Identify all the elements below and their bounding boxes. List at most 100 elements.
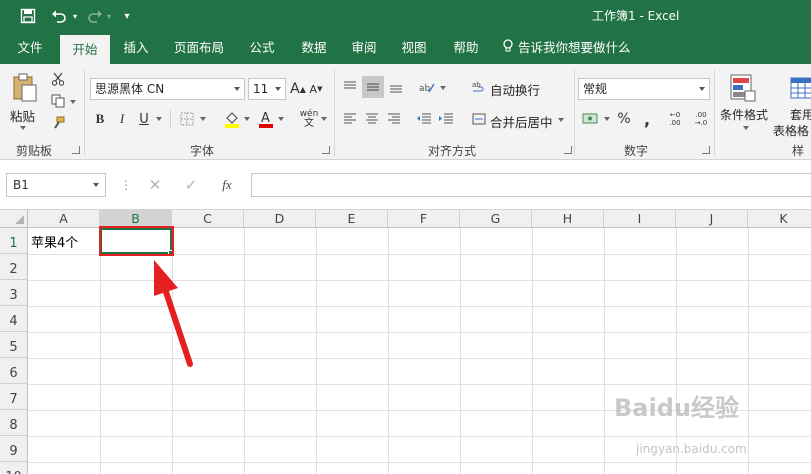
increase-decimal-icon[interactable]: ←0.00 [664,108,686,130]
align-top-icon[interactable] [340,76,360,98]
row-header-6[interactable]: 6 [0,358,28,384]
increase-indent-icon[interactable] [436,108,456,130]
font-size-value: 11 [253,82,269,96]
annotation-box [99,226,174,256]
align-center-icon[interactable] [362,108,382,130]
formula-bar-splitter-icon[interactable]: ⋮ [120,178,132,192]
save-icon[interactable] [16,0,40,32]
tab-view[interactable]: 视图 [392,32,436,64]
shrink-font-icon[interactable]: A ▼ [308,78,324,100]
wrap-text-label[interactable]: 自动换行 [490,80,540,99]
orientation-dropdown-icon[interactable] [440,86,446,90]
font-color-icon[interactable]: A [256,108,276,130]
column-header-h[interactable]: H [532,210,604,228]
column-header-i[interactable]: I [604,210,676,228]
format-painter-icon[interactable] [48,114,68,132]
separator [574,70,575,156]
format-as-table-label-2[interactable]: 表格格 [773,122,809,139]
phonetic-dropdown-icon[interactable] [321,117,327,121]
column-header-j[interactable]: J [676,210,748,228]
underline-button[interactable]: U [136,109,152,129]
decrease-indent-icon[interactable] [414,108,434,130]
format-as-table-label-1[interactable]: 套用 [790,106,811,123]
italic-button[interactable]: I [114,109,130,129]
conditional-formatting-label[interactable]: 条件格式 [720,106,768,123]
format-as-table-icon[interactable] [788,72,811,104]
align-left-icon[interactable] [340,108,360,130]
tab-insert[interactable]: 插入 [114,32,158,64]
cell-a1[interactable]: 苹果4个 [31,232,78,251]
copy-icon[interactable] [48,92,68,110]
row-header-9[interactable]: 9 [0,436,28,462]
currency-dropdown-icon[interactable] [604,117,610,121]
comma-button[interactable]: , [638,108,656,130]
row-header-3[interactable]: 3 [0,280,28,306]
undo-icon[interactable] [46,0,72,32]
number-format-select[interactable]: 常规 [578,78,710,100]
copy-dropdown-icon[interactable] [70,100,76,104]
clipboard-launcher-icon[interactable] [72,146,80,154]
select-all-button[interactable] [0,210,28,228]
column-header-a[interactable]: A [28,210,100,228]
column-header-k[interactable]: K [748,210,811,228]
font-color-dropdown-icon[interactable] [278,117,284,121]
font-name-select[interactable]: 思源黑体 CN [90,78,245,100]
tab-file[interactable]: 文件 [8,32,52,64]
row-header-7[interactable]: 7 [0,384,28,410]
conditional-dropdown-icon[interactable] [743,126,749,130]
undo-dropdown-icon[interactable]: ▾ [70,0,80,32]
percent-button[interactable]: % [614,108,634,130]
paste-label[interactable]: 粘贴 [10,106,35,125]
decrease-decimal-icon[interactable]: .00 →.0 [690,108,712,130]
currency-icon[interactable] [580,108,602,130]
watermark-logo: Baidu经验 [614,394,739,422]
align-right-icon[interactable] [384,108,404,130]
column-header-e[interactable]: E [316,210,388,228]
number-launcher-icon[interactable] [702,146,710,154]
merge-center-icon[interactable] [470,108,488,130]
row-header-8[interactable]: 8 [0,410,28,436]
align-middle-icon[interactable] [362,76,384,98]
tab-data[interactable]: 数据 [292,32,336,64]
name-box[interactable]: B1 [6,173,106,197]
row-header-2[interactable]: 2 [0,254,28,280]
row-header-4[interactable]: 4 [0,306,28,332]
align-bottom-icon[interactable] [386,76,406,98]
cut-icon[interactable] [48,70,68,88]
insert-function-icon[interactable]: fx [216,175,238,195]
customize-toolbar-icon[interactable]: ▾ [120,0,134,32]
orientation-icon[interactable]: ab [416,76,438,98]
tab-page-layout[interactable]: 页面布局 [168,32,230,64]
column-header-d[interactable]: D [244,210,316,228]
wrap-text-icon[interactable]: ab [470,76,488,98]
row-header-1[interactable]: 1 [0,228,28,254]
tab-review[interactable]: 审阅 [342,32,386,64]
bold-button[interactable]: B [92,109,108,129]
fill-color-icon[interactable] [222,108,242,130]
column-header-c[interactable]: C [172,210,244,228]
tab-help[interactable]: 帮助 [444,32,488,64]
merge-center-label[interactable]: 合并后居中 [490,112,553,131]
tell-me-box[interactable]: 告诉我你想要做什么 [502,32,631,64]
row-header-10[interactable]: 10 [0,462,28,474]
font-size-select[interactable]: 11 [248,78,286,100]
paste-icon[interactable] [10,72,40,104]
font-launcher-icon[interactable] [322,146,330,154]
column-header-g[interactable]: G [460,210,532,228]
grow-font-icon[interactable]: A ▲ [290,78,306,100]
alignment-launcher-icon[interactable] [564,146,572,154]
phonetic-icon[interactable]: wén 文 [298,108,320,130]
merge-dropdown-icon[interactable] [558,118,564,122]
formula-input[interactable] [251,173,811,197]
annotation-arrow-icon [154,260,193,367]
underline-dropdown-icon[interactable] [156,117,162,121]
paste-dropdown-icon[interactable] [20,126,26,130]
tab-home[interactable]: 开始 [60,35,110,64]
tab-formulas[interactable]: 公式 [240,32,284,64]
conditional-formatting-icon[interactable] [728,72,758,104]
borders-icon[interactable] [178,109,196,129]
borders-dropdown-icon[interactable] [200,117,206,121]
column-header-f[interactable]: F [388,210,460,228]
row-header-5[interactable]: 5 [0,332,28,358]
fill-color-dropdown-icon[interactable] [244,117,250,121]
